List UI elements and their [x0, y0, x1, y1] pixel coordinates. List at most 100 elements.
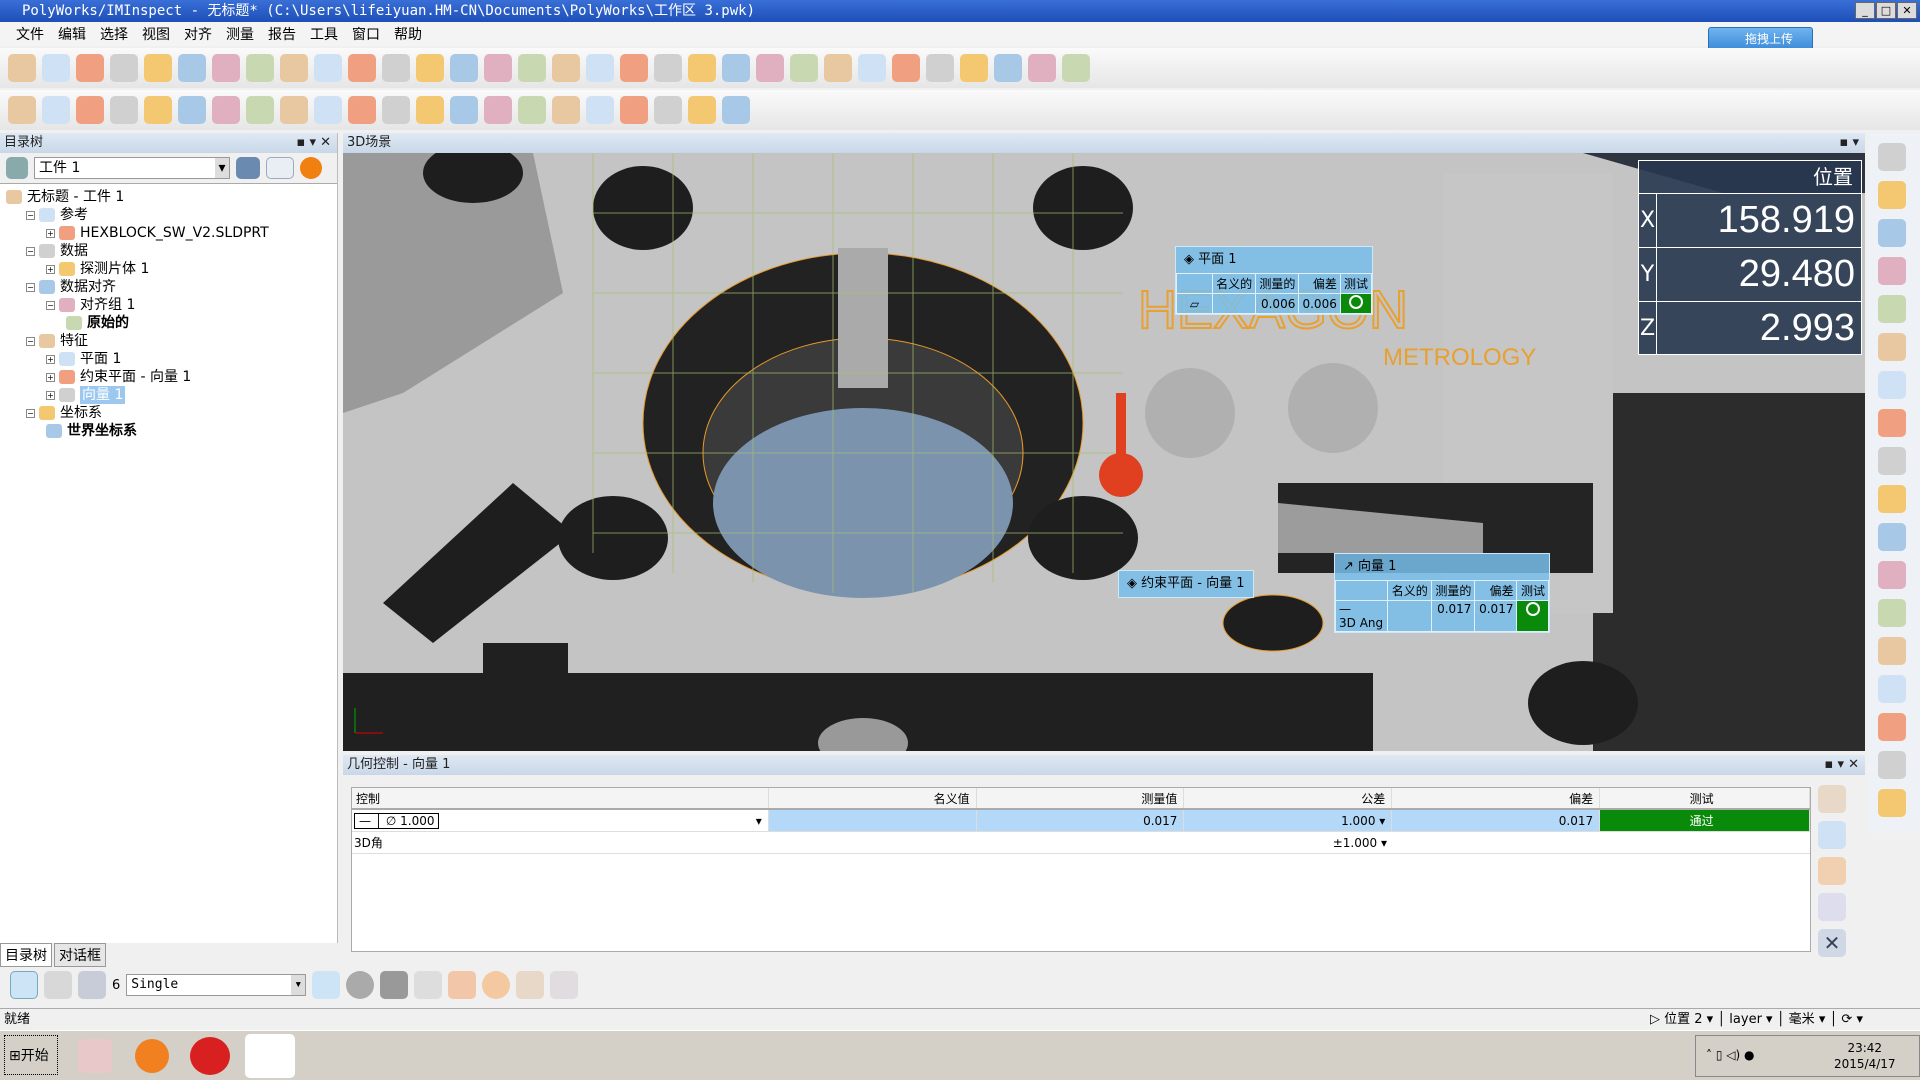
chart-icon[interactable]	[266, 157, 294, 179]
view-tool-icon[interactable]	[1878, 599, 1906, 627]
measure-icon[interactable]	[516, 971, 545, 999]
feature-button-icon[interactable]	[42, 96, 70, 124]
start-button[interactable]: ⊞开始	[4, 1035, 58, 1075]
feature-button-icon[interactable]	[212, 96, 240, 124]
tree-item[interactable]: − 参考	[6, 206, 331, 224]
toolbar-button-icon[interactable]	[518, 54, 546, 82]
expand-toggle[interactable]: +	[46, 354, 55, 364]
menu-edit[interactable]: 编辑	[58, 24, 86, 44]
toolbar-button-icon[interactable]	[76, 54, 104, 82]
view-tool-icon[interactable]	[1878, 561, 1906, 589]
toolbar-button-icon[interactable]	[1028, 54, 1056, 82]
status-position[interactable]: 位置 2	[1664, 1012, 1702, 1027]
expand-toggle[interactable]: +	[46, 228, 55, 238]
expand-toggle[interactable]: −	[26, 210, 35, 220]
tree-item[interactable]: + 探测片体 1	[6, 260, 331, 278]
toolbar-button-icon[interactable]	[450, 54, 478, 82]
toolbar-button-icon[interactable]	[620, 54, 648, 82]
toolbar-button-icon[interactable]	[1062, 54, 1090, 82]
feature-button-icon[interactable]	[688, 96, 716, 124]
close-button[interactable]: ✕	[1897, 2, 1917, 19]
expand-toggle[interactable]: −	[46, 300, 55, 310]
cylinder-icon[interactable]	[380, 971, 409, 999]
toolbar-button-icon[interactable]	[926, 54, 954, 82]
menu-select[interactable]: 选择	[100, 24, 128, 44]
expand-toggle[interactable]: +	[46, 264, 55, 274]
feature-button-icon[interactable]	[246, 96, 274, 124]
menu-tools[interactable]: 工具	[310, 24, 338, 44]
menu-align[interactable]: 对齐	[184, 24, 212, 44]
expand-toggle[interactable]: −	[26, 282, 35, 292]
control-field[interactable]: — │ ∅ 1.000	[354, 813, 440, 829]
part-combo[interactable]: 工件 1 ▾	[34, 157, 230, 179]
feature-button-icon[interactable]	[178, 96, 206, 124]
view-tool-icon[interactable]	[1878, 447, 1906, 475]
menu-report[interactable]: 报告	[268, 24, 296, 44]
view-tool-icon[interactable]	[1878, 257, 1906, 285]
feature-button-icon[interactable]	[110, 96, 138, 124]
toolbar-button-icon[interactable]	[484, 54, 512, 82]
part-info-icon[interactable]	[236, 157, 260, 179]
toolbar-button-icon[interactable]	[892, 54, 920, 82]
toolbar-button-icon[interactable]	[722, 54, 750, 82]
tree-item[interactable]: 无标题 - 工件 1	[6, 188, 331, 206]
points-icon[interactable]	[448, 971, 477, 999]
view-tool-icon[interactable]	[1878, 371, 1906, 399]
tree-item[interactable]: − 对齐组 1	[6, 296, 331, 314]
toolbar-button-icon[interactable]	[110, 54, 138, 82]
view-tool-icon[interactable]	[1878, 409, 1906, 437]
tree-item[interactable]: + HEXBLOCK_SW_V2.SLDPRT	[6, 224, 331, 242]
menu-view[interactable]: 视图	[142, 24, 170, 44]
view-tool-icon[interactable]	[1878, 523, 1906, 551]
tree-item[interactable]: 原始的	[6, 314, 331, 332]
tab-dialog[interactable]: 对话框	[54, 943, 106, 967]
toolbar-button-icon[interactable]	[960, 54, 988, 82]
status-layer[interactable]: layer	[1729, 1012, 1762, 1027]
probe-icon[interactable]	[10, 971, 38, 999]
tree-item[interactable]: − 数据对齐	[6, 278, 331, 296]
toolbar-button-icon[interactable]	[382, 54, 410, 82]
feature-button-icon[interactable]	[348, 96, 376, 124]
feature-button-icon[interactable]	[484, 96, 512, 124]
view-tool-icon[interactable]	[1878, 333, 1906, 361]
feature-button-icon[interactable]	[76, 96, 104, 124]
arm-icon[interactable]	[78, 971, 106, 999]
feature-button-icon[interactable]	[620, 96, 648, 124]
app-icon[interactable]	[190, 1037, 230, 1075]
feature-button-icon[interactable]	[8, 96, 36, 124]
feature-button-icon[interactable]	[450, 96, 478, 124]
plane-callout[interactable]: ◈ 平面 1 名义的 测量的 偏差 测试 ▱ 0.006 0.006	[1175, 246, 1373, 315]
table-row[interactable]: — │ ∅ 1.000 ▾ 0.017 1.000 ▾ 0.017 通过	[352, 810, 1811, 832]
recalc-icon[interactable]	[1818, 857, 1846, 885]
view-tool-icon[interactable]	[1878, 751, 1906, 779]
tab-tree[interactable]: 目录树	[0, 943, 52, 967]
device-icon[interactable]	[44, 971, 72, 999]
toolbar-button-icon[interactable]	[280, 54, 308, 82]
toolbar-button-icon[interactable]	[246, 54, 274, 82]
view-tool-icon[interactable]	[1878, 789, 1906, 817]
toolbar-button-icon[interactable]	[586, 54, 614, 82]
toolbar-button-icon[interactable]	[8, 54, 36, 82]
toolbar-button-icon[interactable]	[144, 54, 172, 82]
undo-point-icon[interactable]	[414, 971, 443, 999]
menu-measure[interactable]: 测量	[226, 24, 254, 44]
expand-toggle[interactable]: −	[26, 336, 35, 346]
minimize-button[interactable]: _	[1855, 2, 1875, 19]
toolbar-button-icon[interactable]	[42, 54, 70, 82]
view-tool-icon[interactable]	[1878, 713, 1906, 741]
angle-icon[interactable]	[550, 971, 579, 999]
toolbar-button-icon[interactable]	[824, 54, 852, 82]
snipping-tool-icon[interactable]	[78, 1039, 112, 1073]
feature-button-icon[interactable]	[722, 96, 750, 124]
view-tool-icon[interactable]	[1878, 143, 1906, 171]
feature-button-icon[interactable]	[314, 96, 342, 124]
menu-window[interactable]: 窗口	[352, 24, 380, 44]
target-icon[interactable]	[482, 971, 511, 999]
toolbar-button-icon[interactable]	[994, 54, 1022, 82]
constraint-callout[interactable]: ◈ 约束平面 - 向量 1	[1118, 570, 1254, 598]
clock[interactable]: 23:42 2015/4/17	[1834, 1040, 1896, 1072]
view-tool-icon[interactable]	[1878, 675, 1906, 703]
delete-icon[interactable]: ✕	[1818, 929, 1846, 957]
tree-item[interactable]: + 向量 1	[6, 386, 331, 404]
toolbar-button-icon[interactable]	[416, 54, 444, 82]
